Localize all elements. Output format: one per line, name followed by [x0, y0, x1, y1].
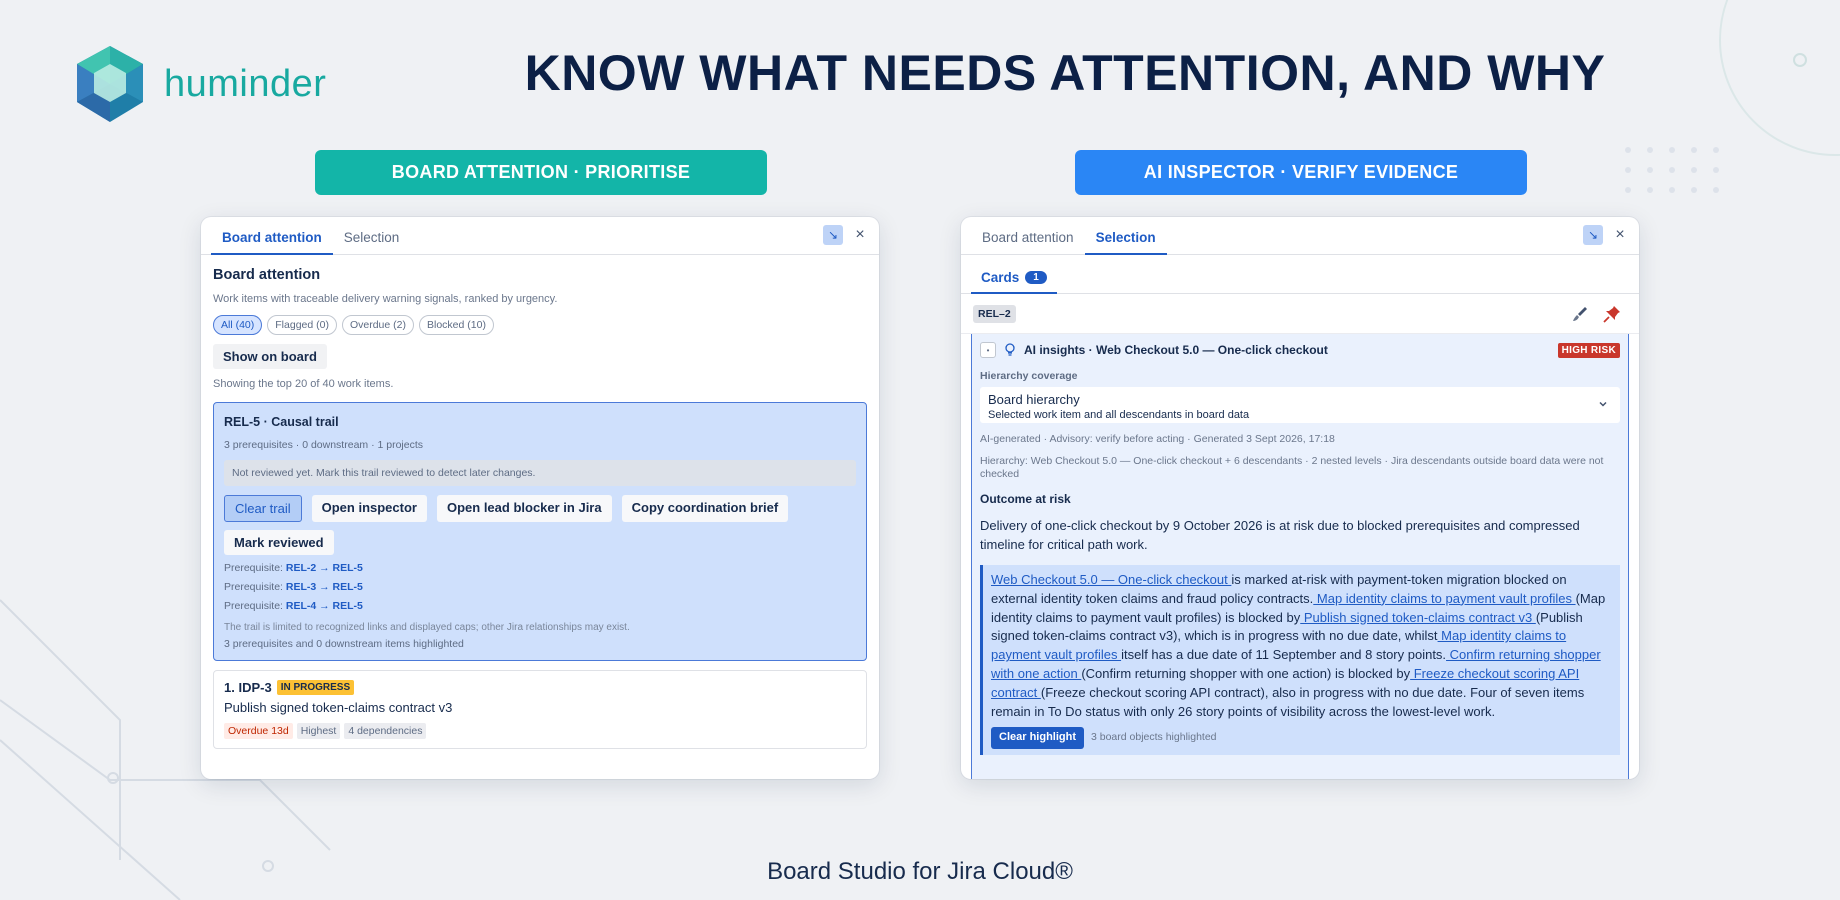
cards-count: 1 — [1025, 271, 1047, 284]
causal-trail-card: REL-5 · Causal trail 3 prerequisites · 0… — [213, 402, 867, 661]
tab-selection[interactable]: Selection — [1084, 230, 1167, 255]
hierarchy-coverage-select[interactable]: Board hierarchy Selected work item and a… — [980, 387, 1620, 423]
work-item-link[interactable]: Publish signed token-claims contract v3 — [1300, 610, 1536, 625]
work-item-link[interactable]: Map identity claims to payment vault pro… — [1313, 591, 1575, 606]
section-title: Board attention — [213, 267, 321, 283]
filter-chips: All (40) Flagged (0) Overdue (2) Blocked… — [213, 315, 867, 335]
card-key: REL–2 — [973, 304, 1016, 323]
copy-brief-button[interactable]: Copy coordination brief — [621, 495, 789, 522]
ai-insights-section: • AI insights · Web Checkout 5.0 — One-c… — [971, 334, 1629, 779]
tab-selection[interactable]: Selection — [333, 230, 411, 254]
filter-overdue[interactable]: Overdue (2) — [341, 315, 414, 335]
clear-highlight-button[interactable]: Clear highlight — [991, 726, 1084, 749]
board-attention-panel: Board attention Selection ↘ × Board atte… — [201, 217, 879, 779]
page-headline: KNOW WHAT NEEDS ATTENTION, AND WHY — [524, 45, 1606, 101]
panel-tabs: Board attention Selection ↘ × — [961, 217, 1639, 255]
open-inspector-button[interactable]: Open inspector — [311, 495, 427, 522]
overdue-tag: Overdue 13d — [224, 723, 293, 739]
prerequisite-link[interactable]: REL-4 → REL-5 — [286, 600, 363, 612]
dependencies-tag: 4 dependencies — [344, 723, 427, 739]
work-item-card[interactable]: 1. IDP-3 IN PROGRESS Publish signed toke… — [213, 670, 867, 749]
prerequisite-row: Prerequisite: REL-2 → REL-5 — [224, 562, 363, 574]
hierarchy-note: Hierarchy: Web Checkout 5.0 — One-click … — [980, 455, 1604, 480]
evidence-segment: (Confirm returning shopper with one acti… — [1081, 666, 1411, 682]
evidence-segment: (Freeze checkout scoring API contract), … — [991, 684, 1585, 719]
filter-all[interactable]: All (40) — [213, 315, 263, 335]
outcome-text: Delivery of one-click checkout by 9 Octo… — [980, 518, 1580, 553]
priority-tag: Highest — [296, 723, 341, 739]
chevron-down-icon — [1599, 401, 1607, 407]
trail-highlight-note: 3 prerequisites and 0 downstream items h… — [224, 638, 464, 650]
lightbulb-icon — [1005, 343, 1015, 356]
panel-tabs: Board attention Selection ↘ × — [201, 217, 879, 255]
close-icon[interactable]: × — [853, 226, 867, 244]
item-key: 1. IDP-3 — [224, 680, 272, 695]
coverage-description: Selected work item and all descendants i… — [988, 409, 1250, 421]
filter-flagged[interactable]: Flagged (0) — [267, 315, 337, 335]
evidence-segment: itself has a due date of 11 September an… — [1121, 647, 1447, 663]
cards-label: Cards — [981, 270, 1020, 285]
pin-icon[interactable] — [1603, 305, 1621, 323]
prerequisite-link[interactable]: REL-2 → REL-5 — [286, 562, 363, 574]
outcome-heading: Outcome at risk — [980, 492, 1071, 507]
trail-title: REL-5 · Causal trail — [224, 415, 339, 429]
tab-board-attention[interactable]: Board attention — [971, 230, 1085, 254]
risk-badge: HIGH RISK — [1557, 342, 1620, 358]
generated-note: AI-generated · Advisory: verify before a… — [980, 433, 1335, 445]
coverage-label: Hierarchy coverage — [980, 370, 1078, 382]
prerequisite-link[interactable]: REL-3 → REL-5 — [286, 581, 363, 593]
insight-title: AI insights · Web Checkout 5.0 — One-cli… — [1024, 343, 1328, 357]
tab-cards[interactable]: Cards 1 — [971, 270, 1057, 294]
evidence-block: Web Checkout 5.0 — One-click checkout is… — [980, 564, 1620, 755]
mark-reviewed-button[interactable]: Mark reviewed — [224, 530, 334, 555]
item-title: Publish signed token-claims contract v3 — [224, 700, 453, 715]
ai-inspector-label: AI INSPECTOR · VERIFY EVIDENCE — [1075, 150, 1527, 195]
show-on-board-button[interactable]: Show on board — [213, 344, 327, 369]
coverage-value: Board hierarchy — [988, 392, 1080, 407]
collapse-icon[interactable]: ↘ — [823, 225, 843, 245]
evidence-text: Web Checkout 5.0 — One-click checkout is… — [991, 571, 1612, 722]
status-badge: IN PROGRESS — [276, 680, 355, 695]
showing-count: Showing the top 20 of 40 work items. — [213, 378, 394, 390]
prerequisite-row: Prerequisite: REL-3 → REL-5 — [224, 581, 363, 593]
footer-tagline: Board Studio for Jira Cloud® — [767, 858, 1073, 885]
board-attention-label: BOARD ATTENTION · PRIORITISE — [315, 150, 767, 195]
trail-meta: 3 prerequisites · 0 downstream · 1 proje… — [224, 439, 424, 451]
collapse-icon[interactable]: ↘ — [1583, 225, 1603, 245]
clear-trail-button[interactable]: Clear trail — [224, 495, 302, 522]
trail-limit-note: The trail is limited to recognized links… — [224, 622, 630, 633]
trail-review-note: Not reviewed yet. Mark this trail review… — [224, 460, 856, 486]
open-lead-blocker-button[interactable]: Open lead blocker in Jira — [436, 495, 612, 522]
expand-toggle[interactable]: • — [980, 342, 996, 358]
highlight-brush-icon[interactable] — [1571, 305, 1589, 323]
prerequisite-row: Prerequisite: REL-4 → REL-5 — [224, 600, 363, 612]
section-subtitle: Work items with traceable delivery warni… — [213, 293, 558, 305]
ai-inspector-panel: Board attention Selection ↘ × Cards 1 RE… — [961, 217, 1639, 779]
tab-board-attention[interactable]: Board attention — [211, 230, 333, 255]
filter-blocked[interactable]: Blocked (10) — [419, 315, 494, 335]
work-item-link[interactable]: Web Checkout 5.0 — One-click checkout — [991, 572, 1231, 587]
highlight-count: 3 board objects highlighted — [1091, 730, 1217, 743]
close-icon[interactable]: × — [1613, 226, 1627, 244]
